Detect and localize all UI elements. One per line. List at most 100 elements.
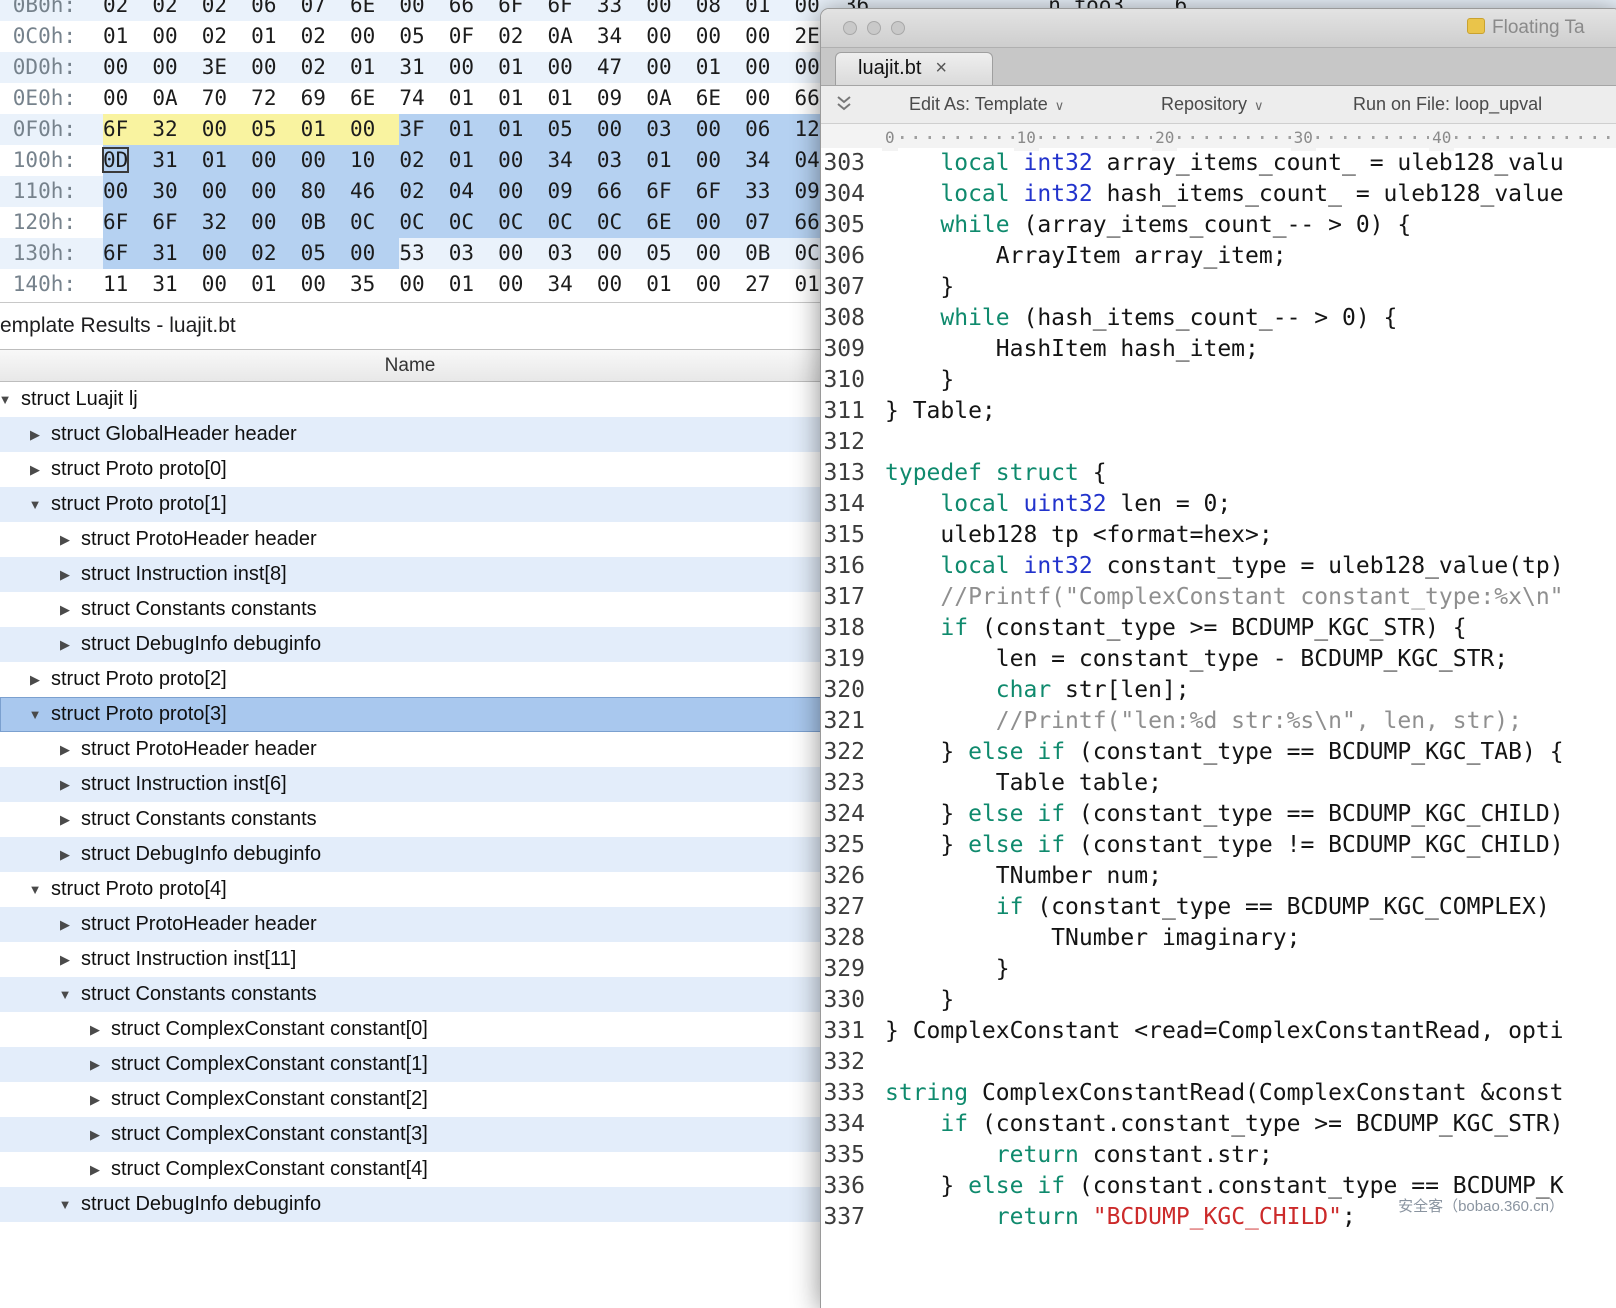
hex-byte[interactable]: 11 [103, 269, 152, 300]
arrow-collapsed-icon[interactable]: ▶ [55, 627, 75, 662]
code-line[interactable]: 311} Table; [821, 396, 1616, 427]
hex-byte[interactable]: 35 [350, 269, 399, 300]
arrow-collapsed-icon[interactable]: ▶ [55, 522, 75, 557]
arrow-collapsed-icon[interactable]: ▶ [25, 662, 45, 697]
hex-byte[interactable]: 00 [498, 145, 547, 176]
code-line[interactable]: 319 len = constant_type - BCDUMP_KGC_STR… [821, 644, 1616, 675]
hex-byte[interactable]: 6F [152, 207, 201, 238]
hex-byte[interactable]: 00 [103, 176, 152, 207]
code-line[interactable]: 333string ComplexConstantRead(ComplexCon… [821, 1078, 1616, 1109]
hex-byte[interactable]: 00 [350, 114, 399, 145]
hex-byte[interactable]: 05 [548, 114, 597, 145]
hex-byte[interactable]: 01 [251, 21, 300, 52]
hex-byte[interactable]: 01 [449, 269, 498, 300]
hex-byte[interactable]: 06 [251, 0, 300, 21]
code-line[interactable]: 318 if (constant_type >= BCDUMP_KGC_STR)… [821, 613, 1616, 644]
hex-byte[interactable]: 09 [548, 176, 597, 207]
arrow-expanded-icon[interactable]: ▼ [55, 1187, 75, 1222]
hex-byte[interactable]: 00 [103, 52, 152, 83]
repository-dropdown[interactable]: Repository∨ [1161, 86, 1264, 123]
hex-byte[interactable]: 00 [696, 145, 745, 176]
hex-byte[interactable]: 00 [202, 238, 251, 269]
arrow-collapsed-icon[interactable]: ▶ [55, 907, 75, 942]
code-line[interactable]: 313typedef struct { [821, 458, 1616, 489]
hex-byte[interactable]: 00 [399, 269, 448, 300]
code-line[interactable]: 329 } [821, 954, 1616, 985]
hex-byte[interactable]: 31 [152, 238, 201, 269]
code-line[interactable]: 312 [821, 427, 1616, 458]
hex-byte[interactable]: 07 [301, 0, 350, 21]
window-titlebar[interactable]: Floating Ta [821, 9, 1616, 48]
hex-byte[interactable]: 32 [152, 114, 201, 145]
hex-byte[interactable]: 00 [251, 52, 300, 83]
arrow-collapsed-icon[interactable]: ▶ [85, 1117, 105, 1152]
hex-byte[interactable]: 00 [646, 21, 695, 52]
hex-byte[interactable]: 47 [597, 52, 646, 83]
hex-byte[interactable]: 00 [745, 52, 794, 83]
hex-byte[interactable]: 01 [646, 269, 695, 300]
hex-byte[interactable]: 00 [251, 145, 300, 176]
arrow-collapsed-icon[interactable]: ▶ [85, 1082, 105, 1117]
hex-byte[interactable]: 00 [202, 176, 251, 207]
hex-byte[interactable]: 00 [202, 114, 251, 145]
hex-byte[interactable]: 02 [202, 0, 251, 21]
hex-byte[interactable]: 02 [498, 21, 547, 52]
arrow-expanded-icon[interactable]: ▼ [0, 382, 15, 417]
code-line[interactable]: 303 local int32 array_items_count_ = ule… [821, 148, 1616, 179]
hex-byte[interactable]: 00 [251, 176, 300, 207]
code-line[interactable]: 325 } else if (constant_type != BCDUMP_K… [821, 830, 1616, 861]
hex-byte[interactable]: 34 [548, 145, 597, 176]
hex-byte[interactable]: 00 [301, 269, 350, 300]
arrow-collapsed-icon[interactable]: ▶ [55, 732, 75, 767]
code-line[interactable]: 330 } [821, 985, 1616, 1016]
hex-byte[interactable]: 34 [745, 145, 794, 176]
hex-byte[interactable]: 0C [597, 207, 646, 238]
code-line[interactable]: 323 Table table; [821, 768, 1616, 799]
hex-byte[interactable]: 01 [498, 83, 547, 114]
hex-byte[interactable]: 01 [498, 114, 547, 145]
arrow-collapsed-icon[interactable]: ▶ [85, 1047, 105, 1082]
hex-byte[interactable]: 34 [597, 21, 646, 52]
code-line[interactable]: 324 } else if (constant_type == BCDUMP_K… [821, 799, 1616, 830]
hex-byte[interactable]: 33 [597, 0, 646, 21]
code-line[interactable]: 310 } [821, 365, 1616, 396]
arrow-collapsed-icon[interactable]: ▶ [25, 452, 45, 487]
hex-byte[interactable]: 00 [597, 269, 646, 300]
hex-byte[interactable]: 00 [399, 0, 448, 21]
code-line[interactable]: 306 ArrayItem array_item; [821, 241, 1616, 272]
hex-byte[interactable]: 05 [251, 114, 300, 145]
arrow-collapsed-icon[interactable]: ▶ [55, 837, 75, 872]
hex-byte[interactable]: 00 [350, 21, 399, 52]
hex-byte[interactable]: 66 [597, 176, 646, 207]
hex-byte[interactable]: 0B [745, 238, 794, 269]
hex-byte[interactable]: 02 [399, 176, 448, 207]
code-line[interactable]: 309 HashItem hash_item; [821, 334, 1616, 365]
hex-byte[interactable]: 6F [548, 0, 597, 21]
hex-byte[interactable]: 01 [350, 52, 399, 83]
hex-byte[interactable]: 03 [548, 238, 597, 269]
minimize-window-button[interactable] [867, 21, 881, 35]
code-line[interactable]: 331} ComplexConstant <read=ComplexConsta… [821, 1016, 1616, 1047]
hex-byte[interactable]: 01 [301, 114, 350, 145]
code-line[interactable]: 326 TNumber num; [821, 861, 1616, 892]
code-line[interactable]: 335 return constant.str; [821, 1140, 1616, 1171]
code-line[interactable]: 328 TNumber imaginary; [821, 923, 1616, 954]
hex-byte[interactable]: 08 [696, 0, 745, 21]
hex-byte[interactable]: 01 [251, 269, 300, 300]
hex-byte[interactable]: 00 [251, 207, 300, 238]
code-line[interactable]: 321 //Printf("len:%d str:%s\n", len, str… [821, 706, 1616, 737]
hex-byte[interactable]: 00 [498, 238, 547, 269]
hex-byte[interactable]: 01 [449, 114, 498, 145]
arrow-expanded-icon[interactable]: ▼ [55, 977, 75, 1012]
tab-luajit-bt[interactable]: luajit.bt× [835, 52, 993, 85]
hex-byte[interactable]: 53 [399, 238, 448, 269]
code-line[interactable]: 305 while (array_items_count_-- > 0) { [821, 210, 1616, 241]
hex-byte[interactable]: 03 [646, 114, 695, 145]
code-line[interactable]: 304 local int32 hash_items_count_ = uleb… [821, 179, 1616, 210]
hex-byte[interactable]: 0C [399, 207, 448, 238]
hex-byte[interactable]: 00 [350, 238, 399, 269]
code-line[interactable]: 327 if (constant_type == BCDUMP_KGC_COMP… [821, 892, 1616, 923]
arrow-collapsed-icon[interactable]: ▶ [55, 592, 75, 627]
hex-byte[interactable]: 0A [152, 83, 201, 114]
zoom-window-button[interactable] [891, 21, 905, 35]
